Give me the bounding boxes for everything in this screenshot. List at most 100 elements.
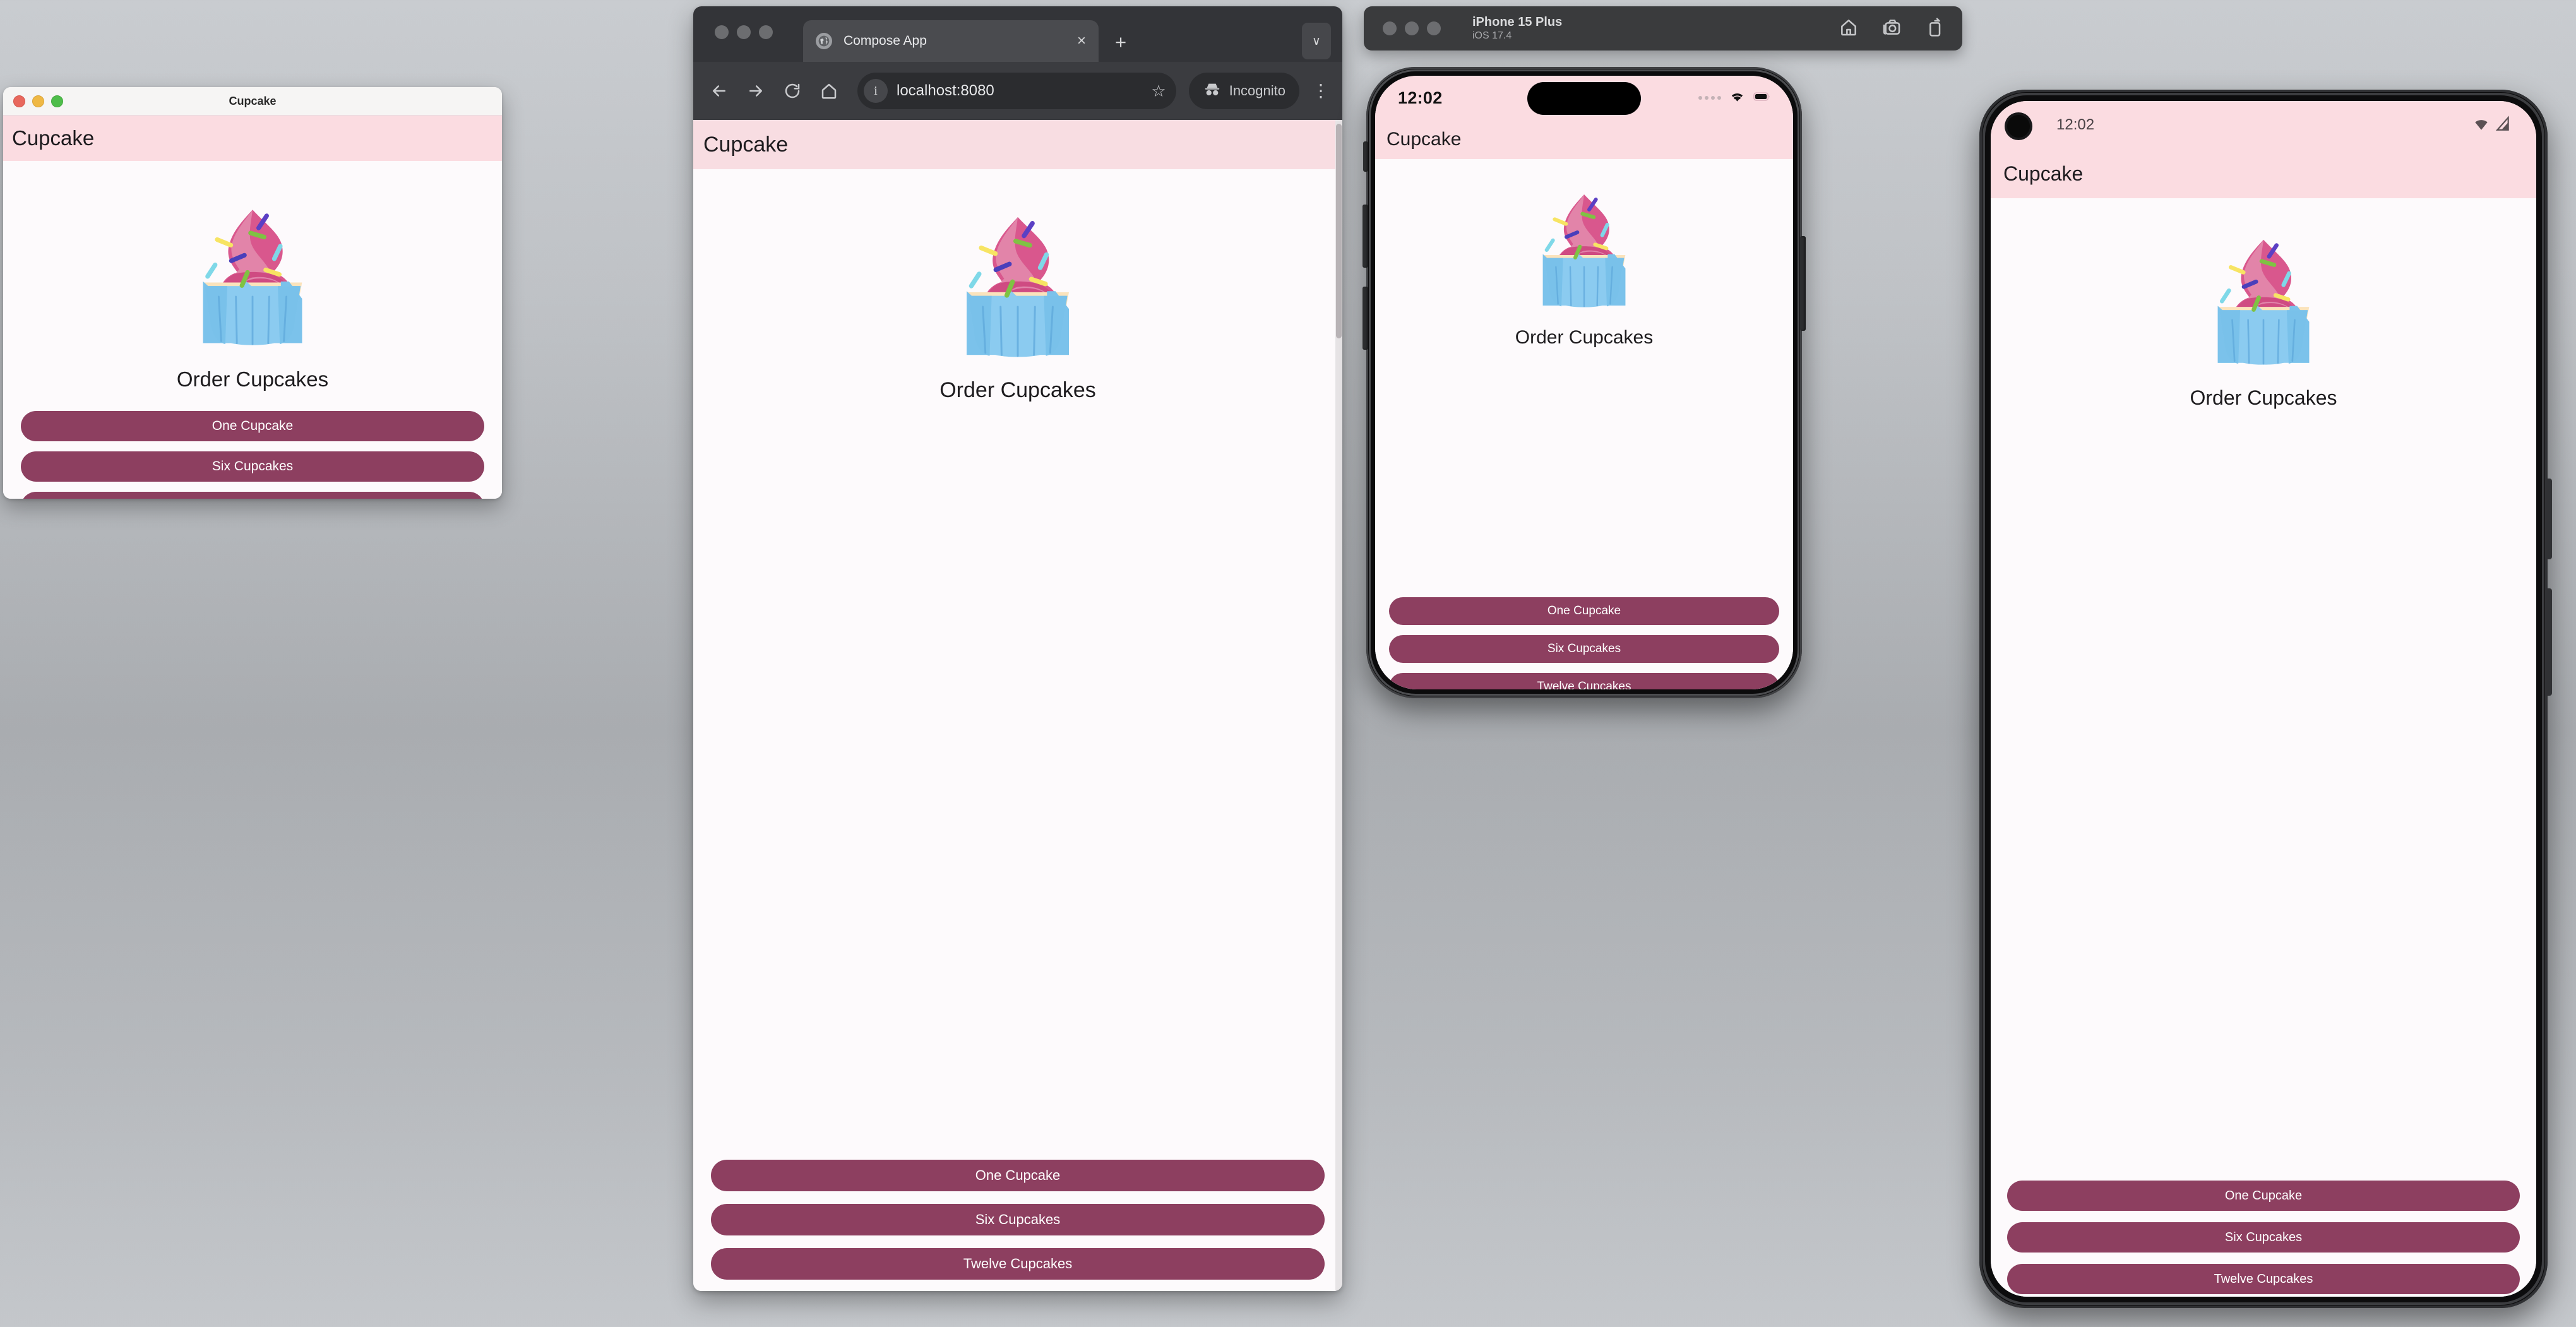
order-cupcakes-label: Order Cupcakes: [1515, 327, 1654, 348]
dynamic-island: [1527, 82, 1641, 115]
signal-bars-icon: [2495, 115, 2511, 135]
android-app-bar-title: Cupcake: [2003, 162, 2084, 185]
iphone-screen: 12:02 Cupcake Order Cupcakes One Cupcake…: [1375, 76, 1793, 689]
cupcake-illustration: [1542, 194, 1626, 307]
power-button[interactable]: [2545, 479, 2552, 559]
close-button[interactable]: [13, 95, 25, 107]
sprinkle-yellow-1: [1553, 217, 1568, 226]
android-screen: 12:02 Cupcake Order Cupcakes One Cupcake…: [1991, 101, 2536, 1297]
browser-tab-strip: Compose App × + ∨: [693, 6, 1342, 62]
simulator-device-name: iPhone 15 Plus: [1472, 15, 1563, 29]
sprinkle-cyan-2: [1544, 238, 1555, 252]
order-cupcakes-label: Order Cupcakes: [939, 378, 1096, 402]
scrollbar-thumb[interactable]: [1336, 124, 1342, 338]
volume-rocker-button[interactable]: [2545, 588, 2552, 696]
six-cupcakes-button[interactable]: Six Cupcakes: [1389, 635, 1779, 663]
ios-app-content-area: Order Cupcakes One Cupcake Six Cupcakes …: [1375, 159, 1793, 689]
forward-arrow-icon[interactable]: [744, 79, 768, 103]
simulator-os-version: iOS 17.4: [1472, 30, 1512, 41]
web-app-bar-title: Cupcake: [703, 132, 789, 157]
browser-menu-icon[interactable]: ⋮: [1312, 81, 1330, 99]
app-bar-title: Cupcake: [12, 126, 95, 150]
rotate-icon[interactable]: [1924, 17, 1945, 40]
power-button[interactable]: [1800, 236, 1806, 331]
minimize-button[interactable]: [32, 95, 44, 107]
bookmark-star-icon[interactable]: ☆: [1151, 81, 1166, 101]
simulator-maximize-button[interactable]: [1427, 21, 1441, 35]
new-tab-button[interactable]: +: [1115, 32, 1126, 52]
order-button-stack: One Cupcake Six Cupcakes Twelve Cupcakes: [693, 1160, 1342, 1280]
signal-dots-icon: [1698, 96, 1721, 100]
web-app-content-area: Order Cupcakes One Cupcake Six Cupcakes …: [693, 169, 1342, 1291]
browser-window[interactable]: Compose App × + ∨ i localhost:8080 ☆ Inc…: [693, 6, 1342, 1291]
globe-icon: [816, 33, 832, 49]
app-content-area: Order Cupcakes One Cupcake Six Cupcakes …: [3, 161, 502, 499]
iphone-frame: 12:02 Cupcake Order Cupcakes One Cupcake…: [1363, 67, 1806, 698]
twelve-cupcakes-button[interactable]: Twelve Cupcakes: [2007, 1264, 2520, 1294]
android-status-bar: 12:02: [1991, 101, 2536, 149]
sprinkle-yellow-1: [2228, 265, 2246, 275]
home-icon[interactable]: [817, 79, 841, 103]
site-info-icon[interactable]: i: [864, 79, 888, 103]
android-clock: 12:02: [2056, 116, 2095, 133]
android-status-indicators: [2473, 115, 2511, 135]
desktop-app-window[interactable]: Cupcake Cupcake Order Cupcakes One Cupca…: [3, 87, 502, 499]
order-button-stack: One Cupcake Six Cupcakes Twelve Cupcakes: [1375, 597, 1793, 689]
screenshot-icon[interactable]: [1881, 17, 1902, 40]
sprinkle-yellow-1: [215, 237, 234, 247]
browser-traffic-lights: [715, 25, 773, 39]
ios-status-indicators: [1698, 90, 1770, 106]
one-cupcake-button[interactable]: One Cupcake: [2007, 1181, 2520, 1211]
order-cupcakes-label: Order Cupcakes: [176, 367, 329, 391]
browser-maximize-button[interactable]: [759, 25, 773, 39]
ios-clock: 12:02: [1398, 88, 1443, 107]
maximize-button[interactable]: [51, 95, 63, 107]
incognito-label: Incognito: [1229, 83, 1285, 98]
volume-up-button[interactable]: [1363, 205, 1368, 268]
six-cupcakes-button[interactable]: Six Cupcakes: [711, 1204, 1325, 1235]
sprinkle-cyan-2: [969, 271, 982, 289]
twelve-cupcakes-button[interactable]: Twelve Cupcakes: [21, 492, 484, 499]
twelve-cupcakes-button[interactable]: Twelve Cupcakes: [1389, 673, 1779, 689]
simulator-minimize-button[interactable]: [1405, 21, 1419, 35]
desktop-window-titlebar[interactable]: Cupcake: [3, 87, 502, 116]
twelve-cupcakes-button[interactable]: Twelve Cupcakes: [711, 1248, 1325, 1280]
simulator-actions: [1839, 17, 1945, 40]
silent-switch[interactable]: [1363, 141, 1368, 172]
simulator-close-button[interactable]: [1383, 21, 1397, 35]
browser-toolbar: i localhost:8080 ☆ Incognito ⋮: [693, 62, 1342, 120]
six-cupcakes-button[interactable]: Six Cupcakes: [21, 451, 484, 482]
android-frame: 12:02 Cupcake Order Cupcakes One Cupcake…: [1979, 90, 2552, 1308]
web-app-top-bar: Cupcake: [693, 120, 1342, 169]
six-cupcakes-button[interactable]: Six Cupcakes: [2007, 1222, 2520, 1253]
android-app-top-bar: Cupcake: [1991, 149, 2536, 198]
order-button-stack: One Cupcake Six Cupcakes Twelve Cupcakes: [3, 411, 502, 499]
desktop-app-screen: Cupcake Order Cupcakes One Cupcake Six C…: [3, 116, 502, 499]
one-cupcake-button[interactable]: One Cupcake: [1389, 597, 1779, 625]
url-text[interactable]: localhost:8080: [897, 82, 1142, 100]
reload-icon[interactable]: [780, 79, 804, 103]
one-cupcake-button[interactable]: One Cupcake: [711, 1160, 1325, 1191]
browser-tab[interactable]: Compose App ×: [803, 20, 1099, 62]
one-cupcake-button[interactable]: One Cupcake: [21, 411, 484, 441]
simulator-device-info: iPhone 15 Plus iOS 17.4: [1472, 15, 1562, 42]
address-bar[interactable]: i localhost:8080 ☆: [857, 73, 1176, 109]
ios-app-screen: Cupcake Order Cupcakes One Cupcake Six C…: [1375, 120, 1793, 689]
ios-app-bar-title: Cupcake: [1386, 129, 1462, 150]
sprinkle-yellow-1: [979, 245, 998, 256]
incognito-indicator[interactable]: Incognito: [1188, 73, 1299, 109]
android-app-content-area: Order Cupcakes One Cupcake Six Cupcakes …: [1991, 198, 2536, 1297]
home-icon[interactable]: [1839, 17, 1859, 40]
browser-close-button[interactable]: [715, 25, 729, 39]
close-icon[interactable]: ×: [1073, 31, 1090, 51]
browser-viewport: Cupcake Order Cupcakes One Cupcake Six C…: [693, 120, 1342, 1291]
back-arrow-icon[interactable]: [707, 79, 731, 103]
vertical-scrollbar[interactable]: [1335, 120, 1342, 1291]
volume-down-button[interactable]: [1363, 287, 1368, 350]
ios-simulator: iPhone 15 Plus iOS 17.4 12:02 Cupcake Or…: [1363, 6, 1970, 1326]
simulator-toolbar: iPhone 15 Plus iOS 17.4: [1364, 6, 1962, 51]
browser-minimize-button[interactable]: [737, 25, 751, 39]
chevron-down-icon[interactable]: ∨: [1302, 23, 1331, 59]
battery-icon: [1753, 90, 1770, 106]
wifi-icon: [2473, 116, 2490, 135]
